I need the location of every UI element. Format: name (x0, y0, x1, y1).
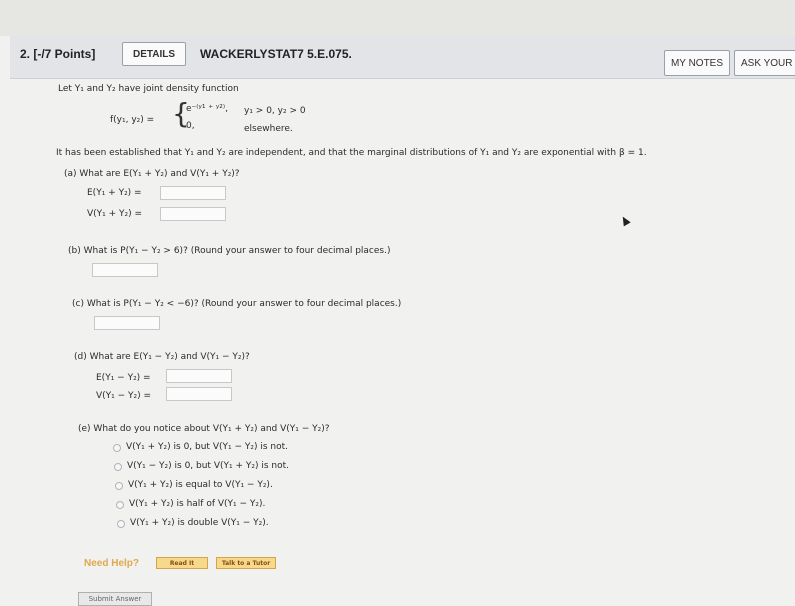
part-c-input[interactable] (94, 316, 160, 330)
option-radio[interactable] (116, 501, 124, 509)
part-b-question: (b) What is P(Y₁ − Y₂ > 6)? (Round your … (68, 246, 391, 256)
option-label[interactable]: V(Y₁ + Y₂) is 0, but V(Y₁ − Y₂) is not. (126, 442, 288, 452)
problem-intro: Let Y₁ and Y₂ have joint density functio… (58, 84, 239, 94)
read-it-button[interactable]: Read It (156, 557, 208, 569)
option-label[interactable]: V(Y₁ + Y₂) is equal to V(Y₁ − Y₂). (128, 480, 273, 490)
talk-to-tutor-button[interactable]: Talk to a Tutor (216, 557, 276, 569)
case1-condition: y₁ > 0, y₂ > 0 (244, 106, 306, 116)
option-radio[interactable] (114, 463, 122, 471)
part-c-question: (c) What is P(Y₁ − Y₂ < −6)? (Round your… (72, 299, 402, 309)
part-b-input[interactable] (92, 263, 158, 277)
density-function-label: f(y₁, y₂) = (110, 115, 155, 125)
part-d-label-variance: V(Y₁ − Y₂) = (96, 391, 152, 401)
part-d-variance-input[interactable] (166, 387, 232, 401)
need-help-label: Need Help? (84, 558, 140, 569)
option-radio[interactable] (115, 482, 123, 490)
option-label[interactable]: V(Y₁ + Y₂) is half of V(Y₁ − Y₂). (129, 499, 265, 509)
part-a-label-expectation: E(Y₁ + Y₂) = (87, 188, 142, 198)
option-label[interactable]: V(Y₁ − Y₂) is 0, but V(Y₁ + Y₂) is not. (127, 461, 289, 471)
question-body: Let Y₁ and Y₂ have joint density functio… (0, 0, 795, 606)
case2-expression: 0, (186, 121, 195, 131)
option-radio[interactable] (117, 520, 125, 528)
part-a-variance-input[interactable] (160, 207, 226, 221)
established-statement: It has been established that Y₁ and Y₂ a… (56, 148, 647, 158)
option-radio[interactable] (113, 444, 121, 452)
part-a-label-variance: V(Y₁ + Y₂) = (87, 209, 143, 219)
part-a-expectation-input[interactable] (160, 186, 226, 200)
option-label[interactable]: V(Y₁ + Y₂) is double V(Y₁ − Y₂). (130, 518, 269, 528)
part-d-label-expectation: E(Y₁ − Y₂) = (96, 373, 151, 383)
case2-condition: elsewhere. (244, 124, 293, 134)
part-d-expectation-input[interactable] (166, 369, 232, 383)
case1-expression: e⁻⁽ʸ¹ ⁺ ʸ²⁾, (186, 104, 228, 114)
part-e-question: (e) What do you notice about V(Y₁ + Y₂) … (78, 424, 330, 434)
part-d-question: (d) What are E(Y₁ − Y₂) and V(Y₁ − Y₂)? (74, 352, 250, 362)
part-a-question: (a) What are E(Y₁ + Y₂) and V(Y₁ + Y₂)? (64, 169, 240, 179)
